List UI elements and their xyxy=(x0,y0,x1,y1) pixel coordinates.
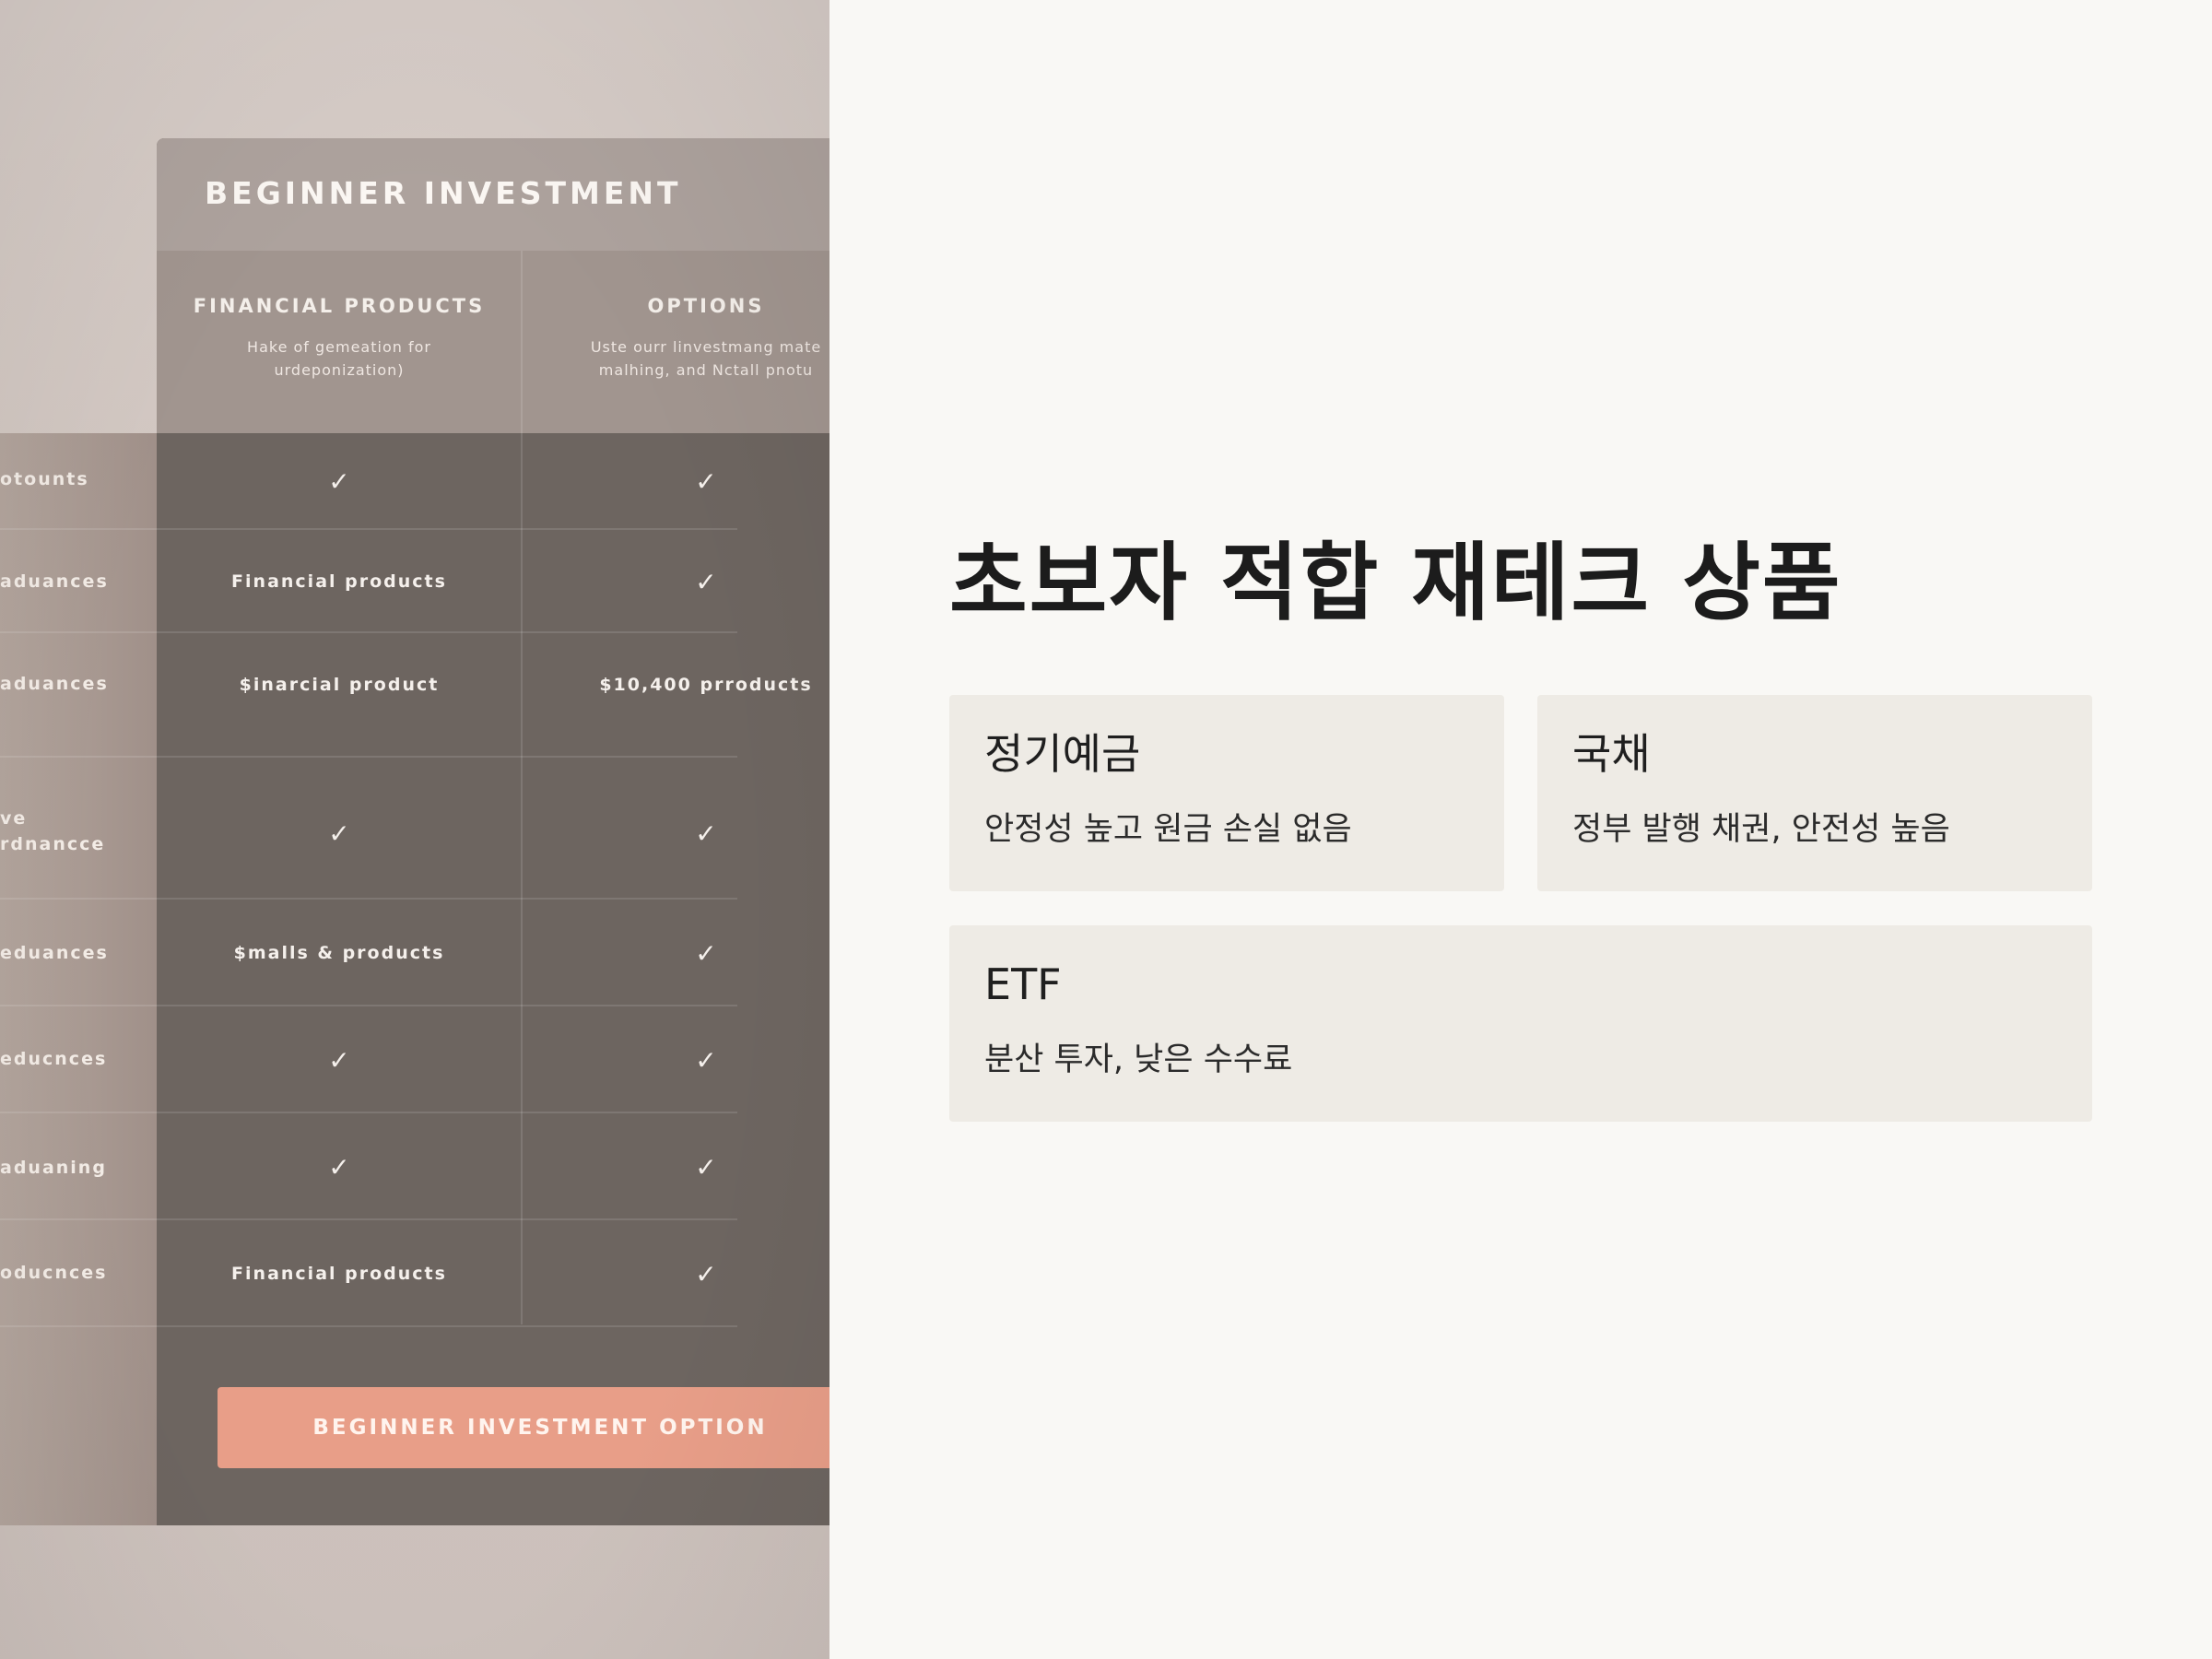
table-row: aduances Financial products ✓ xyxy=(0,530,737,633)
product-card-deposit: 정기예금 안정성 높고 원금 손실 없음 xyxy=(949,695,1504,891)
table-cell: ✓ xyxy=(522,1220,830,1327)
check-icon: ✓ xyxy=(695,566,717,597)
product-description: 안정성 높고 원금 손실 없음 xyxy=(984,811,1352,848)
table-row: aduaning ✓ ✓ xyxy=(0,1113,737,1220)
product-description: 분산 투자, 낮은 수수료 xyxy=(984,1041,1293,1078)
check-icon: ✓ xyxy=(328,818,350,849)
photo-panel: BEGINNER INVESTMENT FINANCIAL PRODUCTS H… xyxy=(0,0,830,1659)
product-card-etf: ETF 분산 투자, 낮은 수수료 xyxy=(949,925,2092,1122)
product-description: 정부 발행 채권, 안전성 높음 xyxy=(1572,811,1950,848)
check-icon: ✓ xyxy=(695,937,717,969)
table-cell: ✓ xyxy=(522,1113,830,1220)
row-label: oducnces xyxy=(0,1263,108,1283)
table-cell: ✓ xyxy=(157,433,522,530)
table-cell: ✓ xyxy=(157,1006,522,1113)
row-label: aduaning xyxy=(0,1158,107,1178)
product-name: 국채 xyxy=(1572,729,1651,779)
check-icon: ✓ xyxy=(695,1044,717,1076)
row-label: ve rdnancce xyxy=(0,808,106,854)
table-row: ve rdnancce ✓ ✓ xyxy=(0,758,737,900)
table-cell: ✓ xyxy=(157,1113,522,1220)
product-name: 정기예금 xyxy=(984,729,1141,779)
check-icon: ✓ xyxy=(695,1151,717,1182)
table-cell: $inarcial product xyxy=(239,675,440,695)
table-cell: ✓ xyxy=(522,900,830,1006)
row-label: otounts xyxy=(0,469,89,489)
table-row: oducnces Financial products ✓ xyxy=(0,1220,737,1327)
check-icon: ✓ xyxy=(695,466,717,497)
check-icon: ✓ xyxy=(695,1258,717,1289)
table-cell: $malls & products xyxy=(233,943,445,963)
product-name: ETF xyxy=(984,959,1062,1009)
check-icon: ✓ xyxy=(695,818,717,849)
page-title: 초보자 적합 재테크 상품 xyxy=(949,534,1842,632)
row-label: aduances xyxy=(0,674,109,694)
check-icon: ✓ xyxy=(328,1151,350,1182)
table-cell: ✓ xyxy=(522,530,830,633)
row-label: educnces xyxy=(0,1049,108,1069)
product-card-bond: 국채 정부 발행 채권, 안전성 높음 xyxy=(1537,695,2092,891)
table-cell: $10,400 prroducts xyxy=(599,675,813,695)
table-cell: ✓ xyxy=(522,1006,830,1113)
table-cell: ✓ xyxy=(522,758,830,900)
row-label: eduances xyxy=(0,943,109,963)
table-row: aduances $inarcial product $10,400 prrod… xyxy=(0,633,811,758)
table-row: otounts ✓ ✓ xyxy=(0,433,737,530)
check-icon: ✓ xyxy=(328,1044,350,1076)
check-icon: ✓ xyxy=(328,466,350,497)
table-cell: Financial products xyxy=(231,1264,447,1284)
beginner-investment-option-button[interactable]: BEGINNER INVESTMENT OPTION xyxy=(218,1387,830,1468)
table-row: eduances $malls & products ✓ xyxy=(0,900,737,1006)
row-label: aduances xyxy=(0,571,109,592)
table-cell: ✓ xyxy=(157,758,522,900)
table-row: educnces ✓ ✓ xyxy=(0,1006,737,1113)
table-cell: ✓ xyxy=(522,433,830,530)
table-cell: Financial products xyxy=(231,571,447,592)
